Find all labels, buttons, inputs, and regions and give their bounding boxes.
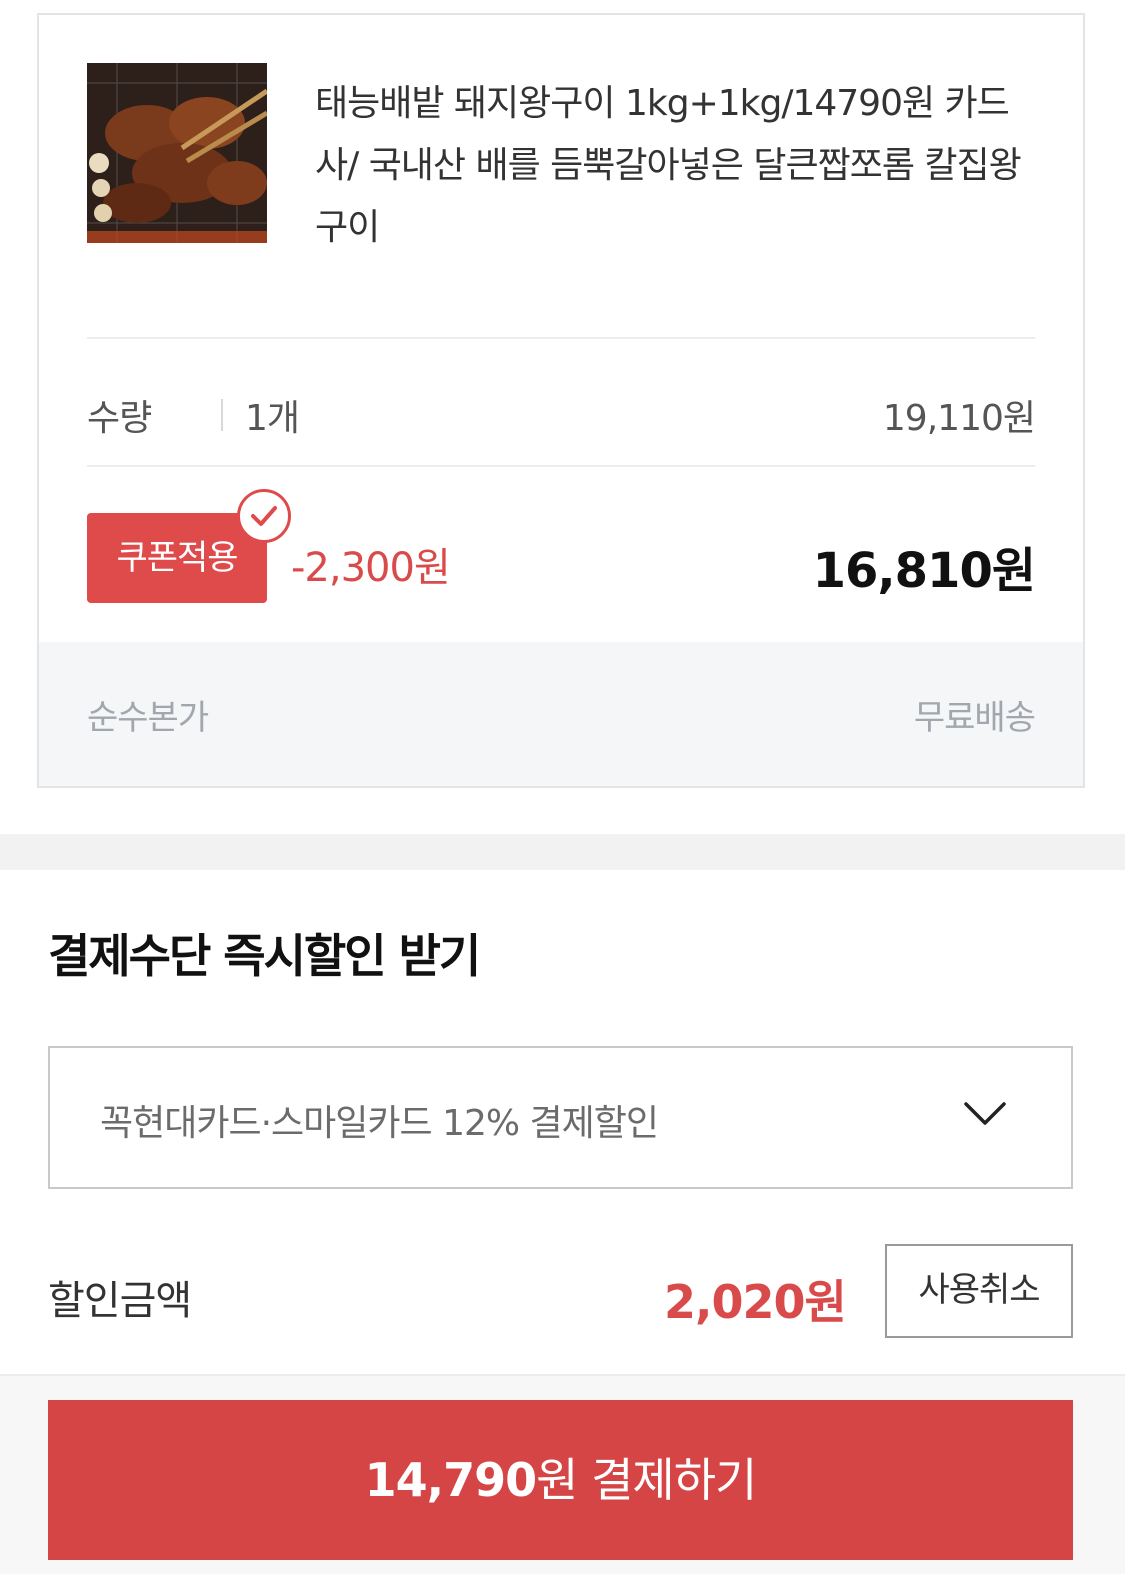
quantity-value: 1개 [245,398,300,439]
quantity-row: 수량 1개 19,110원 [87,371,1036,457]
shipping-info: 무료배송 [913,698,1036,738]
coupon-row: 쿠폰적용 -2,300원 16,810원 [87,487,1036,617]
discount-amount-label: 할인금액 [48,1278,192,1324]
coupon-discount: -2,300원 [291,545,451,591]
order-item-card: 태능배밭 돼지왕구이 1kg+1kg/14790원 카드사/ 국내산 배를 듬뿍… [37,13,1085,788]
quantity-label: 수량 [87,398,152,439]
discount-amount-row: 할인금액 2,020원 사용취소 [48,1244,1073,1338]
pay-button[interactable]: 14,790원 결제하기 [48,1400,1073,1560]
section-divider [0,834,1125,870]
check-icon [237,489,291,543]
product-image [87,63,267,243]
quantity-separator [221,399,223,431]
pay-label: 원 결제하기 [536,1453,757,1507]
divider [87,465,1035,467]
product-row[interactable]: 태능배밭 돼지왕구이 1kg+1kg/14790원 카드사/ 국내산 배를 듬뿍… [87,63,1037,333]
divider [87,337,1035,339]
product-thumbnail[interactable] [87,63,267,243]
product-title[interactable]: 태능배밭 돼지왕구이 1kg+1kg/14790원 카드사/ 국내산 배를 듬뿍… [315,73,1035,259]
seller-name[interactable]: 순수본가 [87,690,209,739]
pay-amount: 14,790 [364,1453,538,1507]
cancel-discount-button[interactable]: 사용취소 [885,1244,1073,1338]
discount-amount: 2,020원 [664,1275,847,1329]
chevron-down-icon [964,1102,1006,1125]
selected-card-discount: 꼭현대카드·스마일카드 12% 결제할인 [100,1103,659,1144]
item-price: 19,110원 [882,398,1036,439]
payment-discount-title: 결제수단 즉시할인 받기 [48,929,481,983]
discounted-total: 16,810원 [812,543,1036,599]
card-discount-select[interactable]: 꼭현대카드·스마일카드 12% 결제할인 [48,1046,1073,1189]
seller-footer: 순수본가 무료배송 [39,642,1083,786]
